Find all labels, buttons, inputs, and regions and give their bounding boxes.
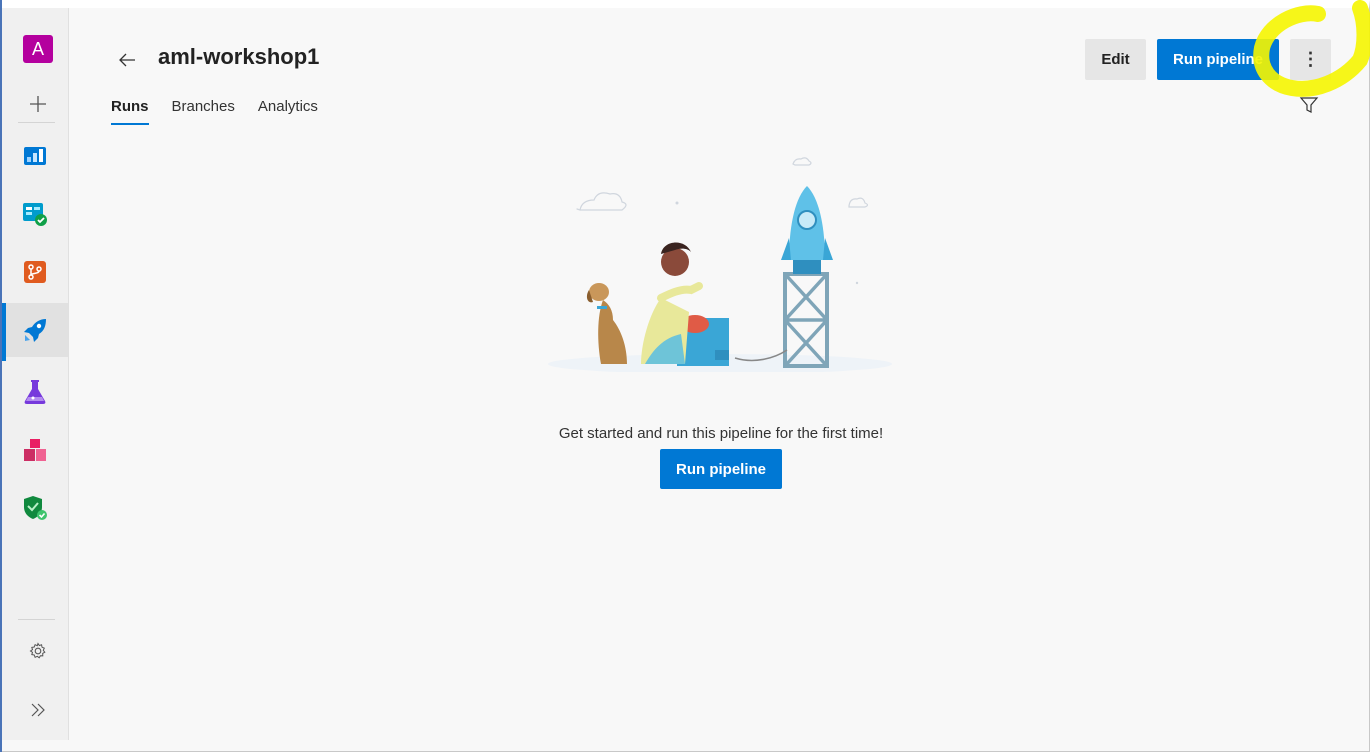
expand-nav-button[interactable]	[22, 694, 54, 726]
pipeline-tabs: Runs Branches Analytics	[111, 98, 318, 125]
left-nav: A	[2, 8, 69, 740]
overview-icon	[24, 147, 46, 165]
gear-icon	[29, 642, 46, 659]
tab-branches[interactable]: Branches	[172, 98, 235, 125]
new-button[interactable]	[22, 87, 54, 121]
empty-state-illustration	[548, 157, 892, 372]
more-actions-button[interactable]: ⋮	[1290, 39, 1331, 80]
double-chevron-right-icon	[31, 703, 45, 717]
test-plans-icon	[24, 380, 46, 404]
nav-security[interactable]	[2, 481, 68, 535]
nav-divider-bottom	[18, 619, 55, 620]
project-settings-button[interactable]	[22, 635, 54, 667]
empty-state-message: Get started and run this pipeline for th…	[558, 425, 884, 442]
run-pipeline-button[interactable]: Run pipeline	[1157, 39, 1279, 80]
repos-icon	[24, 261, 46, 283]
tab-runs[interactable]: Runs	[111, 98, 149, 125]
plus-icon	[30, 96, 46, 112]
edit-button[interactable]: Edit	[1085, 39, 1146, 80]
pipelines-icon	[24, 319, 46, 342]
nav-divider	[18, 122, 55, 123]
boards-icon	[23, 203, 47, 226]
tab-analytics[interactable]: Analytics	[258, 98, 318, 125]
run-pipeline-cta-button[interactable]: Run pipeline	[660, 449, 782, 489]
filter-button[interactable]	[1299, 95, 1319, 115]
back-button[interactable]	[115, 46, 139, 70]
page-title: aml-workshop1	[158, 44, 320, 69]
nav-boards[interactable]	[2, 187, 68, 241]
nav-pipelines[interactable]	[2, 303, 68, 361]
org-avatar[interactable]: A	[23, 35, 53, 63]
nav-overview[interactable]	[2, 129, 68, 183]
security-icon	[24, 496, 47, 520]
nav-repos[interactable]	[2, 245, 68, 299]
arrow-left-icon	[119, 53, 135, 67]
nav-test-plans[interactable]	[2, 365, 68, 419]
filter-icon	[1299, 97, 1319, 113]
